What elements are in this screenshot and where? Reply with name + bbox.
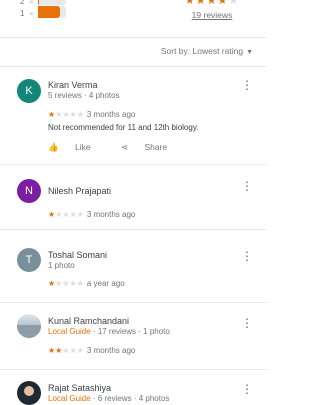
chevron-down-icon: ▼ [246,49,253,56]
review-rating: ★★★★★ 3 months ago [48,110,135,119]
star-icon: ★ [228,0,240,7]
avatar[interactable]: K [17,79,41,103]
review-rating: ★★★★★ 3 months ago [48,210,135,219]
reviewer-meta: 1 photo [48,261,75,270]
star-icon: ★ [62,110,70,119]
histogram-row-2: 2 ★ [20,0,35,6]
thumbs-up-icon: 👍 [48,142,59,152]
local-guide-badge: Local Guide [48,394,91,403]
star-icon: ★ [217,0,229,7]
histogram-row-1: 1 ★ [20,9,35,18]
share-button[interactable]: ⋖ Share [121,142,181,152]
histogram-bar-2 [38,0,66,5]
like-button[interactable]: 👍 Like [48,142,105,152]
more-options-icon[interactable]: ⋮ [241,79,253,91]
divider [0,302,267,303]
review-time: 3 months ago [86,346,136,355]
avatar-photo [17,325,41,334]
star-icon: ★ [28,11,35,18]
more-options-icon[interactable]: ⋮ [241,317,253,329]
star-icon: ★ [184,0,196,7]
star-icon: ★ [69,210,77,219]
star-icon: ★ [69,110,77,119]
review-time: 3 months ago [86,110,136,119]
summary-block: ★★★★★ 19 reviews [182,0,242,20]
star-icon: ★ [195,0,207,7]
sort-dropdown[interactable]: Sort by: Lowest rating ▼ [161,46,253,56]
sort-label: Sort by: Lowest rating [160,46,244,56]
star-icon: ★ [62,210,70,219]
review-text: Not recommended for 11 and 12th biology. [48,123,199,132]
divider [0,369,267,370]
rating-summary: 2 ★ 1 ★ ★★★★★ 19 reviews [0,0,267,38]
avatar[interactable] [17,314,41,338]
reviewer-name[interactable]: Nilesh Prajapati [48,186,111,196]
review-actions: 👍 Like ⋖ Share [48,142,195,153]
divider [0,164,267,165]
review-rating: ★★★★★ a year ago [48,279,125,288]
divider [0,37,267,38]
histogram-bar-fill [38,6,61,18]
share-icon: ⋖ [120,142,129,152]
reviewer-name[interactable]: Rajat Satashiya [48,383,111,393]
more-options-icon[interactable]: ⋮ [241,180,253,192]
avatar[interactable] [17,381,41,405]
histogram-bar-fill [38,0,40,5]
star-icon: ★ [62,346,70,355]
star-icon: ★ [69,346,77,355]
reviewer-name[interactable]: Toshal Somani [48,250,107,260]
more-options-icon[interactable]: ⋮ [241,250,253,262]
reviewer-name[interactable]: Kiran Verma [48,80,98,90]
avatar[interactable]: T [17,248,41,272]
local-guide-badge: Local Guide [48,327,91,336]
star-icon: ★ [69,279,77,288]
avatar-photo [24,386,34,396]
star-icon: ★ [76,346,84,355]
review-time: 3 months ago [86,210,136,219]
review-time: a year ago [86,279,125,288]
reviewer-meta: 5 reviews · 4 photos [48,91,120,100]
review-rating: ★★★★★ 3 months ago [48,346,135,355]
reviewer-meta: Local Guide · 17 reviews · 1 photo [48,327,170,336]
histogram-bar-1 [38,6,66,18]
star-icon: ★ [28,0,35,6]
summary-stars: ★★★★★ [182,0,242,7]
divider [0,66,267,67]
star-icon: ★ [76,110,84,119]
star-icon: ★ [76,279,84,288]
more-options-icon[interactable]: ⋮ [241,383,253,395]
star-icon: ★ [76,210,84,219]
star-icon: ★ [62,279,70,288]
reviewer-name[interactable]: Kunal Ramchandani [48,316,129,326]
reviews-count-link[interactable]: 19 reviews [182,10,242,20]
divider [0,229,267,230]
star-icon: ★ [206,0,218,7]
avatar[interactable]: N [17,179,41,203]
reviewer-meta: Local Guide · 6 reviews · 4 photos [48,394,170,403]
